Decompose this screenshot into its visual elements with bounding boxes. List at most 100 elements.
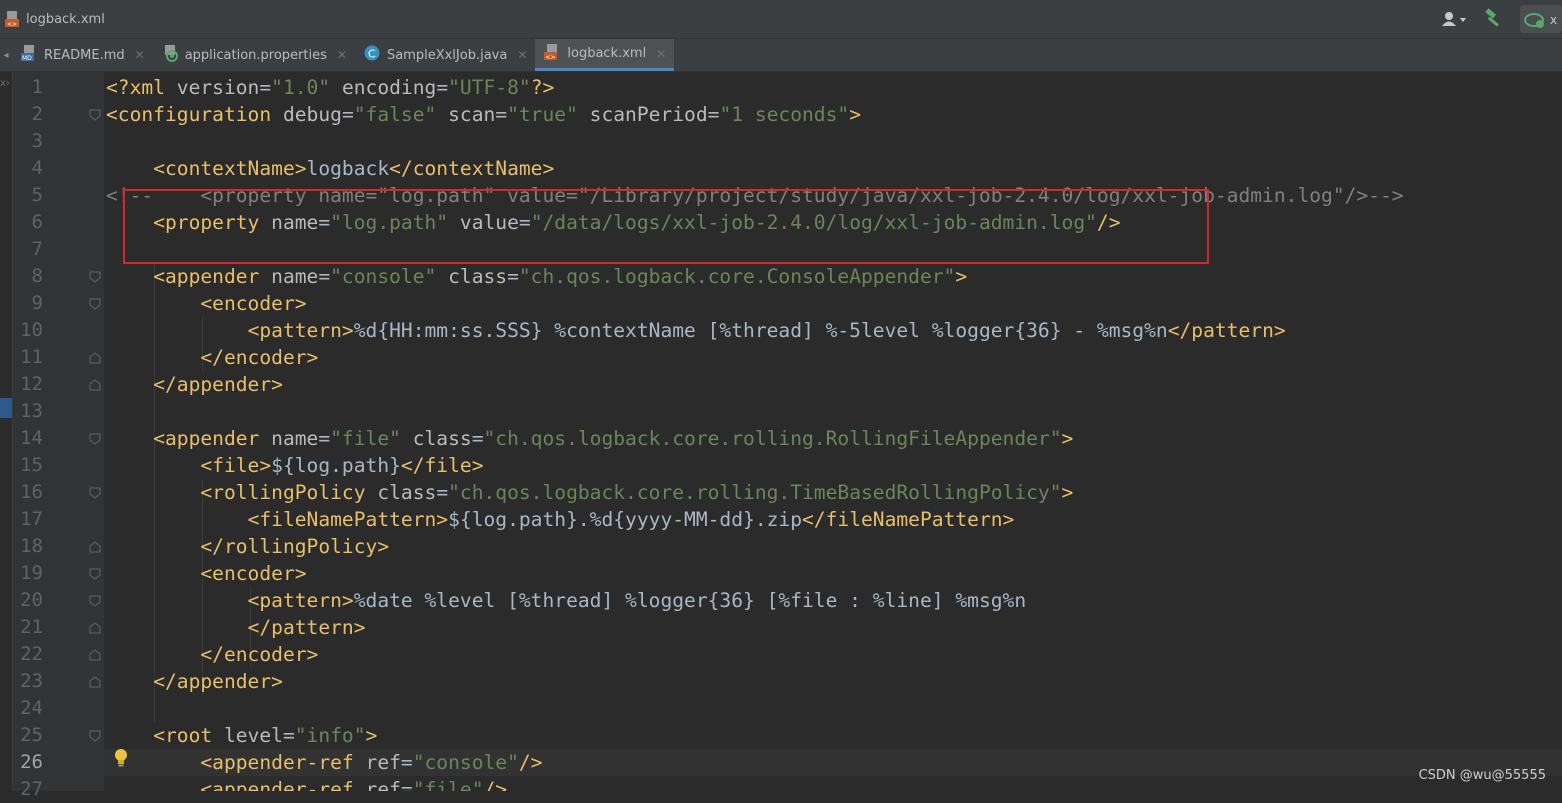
line-number: 3 [31, 130, 43, 152]
code-line[interactable] [104, 128, 1562, 155]
line-number: 15 [20, 454, 43, 476]
code-line[interactable]: <encoder> [104, 290, 1562, 317]
fold-marker-icon[interactable] [88, 566, 102, 580]
code-line[interactable]: </rollingPolicy> [104, 533, 1562, 560]
code-token: <encoder> [200, 292, 307, 315]
code-token: </pattern> [1167, 319, 1286, 342]
code-line[interactable]: <appender name="console" class="ch.qos.l… [104, 263, 1562, 290]
code-token: <?xml [106, 76, 177, 99]
code-text: <rollingPolicy class="ch.qos.logback.cor… [106, 479, 1073, 506]
code-text: <encoder> [106, 290, 307, 317]
fold-marker-icon[interactable] [88, 593, 102, 607]
code-token: <appender [153, 265, 272, 288]
code-token: <root [153, 724, 224, 747]
code-token: %date %level [%thread] %logger{36} [%fil… [353, 589, 1027, 612]
fold-marker-icon[interactable] [88, 107, 102, 121]
code-line[interactable]: </encoder> [104, 344, 1562, 371]
code-line[interactable]: <appender-ref ref="console"/> [104, 749, 1562, 776]
watermark: CSDN @wu@55555 [1418, 768, 1546, 783]
svg-text:x: x [1550, 13, 1557, 27]
close-icon[interactable]: ✕ [337, 48, 347, 62]
code-token: version [176, 76, 260, 99]
code-token: <appender-ref [200, 778, 366, 791]
close-icon[interactable]: ✕ [517, 48, 527, 62]
code-token: <file> [200, 454, 272, 477]
code-line[interactable] [104, 398, 1562, 425]
code-token: ref [365, 751, 401, 774]
code-token: = [318, 427, 331, 450]
fold-marker-icon[interactable] [88, 485, 102, 499]
code-line[interactable]: <pattern>%date %level [%thread] %logger{… [104, 587, 1562, 614]
code-token: "console" [330, 265, 437, 288]
fold-marker-icon[interactable] [88, 620, 102, 634]
code-token: > [849, 103, 861, 126]
fold-marker-icon[interactable] [88, 431, 102, 445]
code-token: = [318, 265, 331, 288]
code-token: = [259, 76, 272, 99]
title-bar: <> logback.xml x [0, 0, 1562, 39]
tab-label: application.properties [184, 47, 327, 63]
code-line[interactable]: </pattern> [104, 614, 1562, 641]
bookmark-marker [0, 398, 12, 418]
fold-marker-icon[interactable] [88, 728, 102, 742]
code-line[interactable]: </appender> [104, 371, 1562, 398]
fold-marker-icon[interactable] [88, 377, 102, 391]
code-line[interactable]: </appender> [104, 668, 1562, 695]
code-line[interactable]: <appender name="file" class="ch.qos.logb… [104, 425, 1562, 452]
code-text: <contextName>logback</contextName> [106, 155, 554, 182]
tab-application-properties[interactable]: application.properties ✕ [153, 39, 355, 71]
code-token: "file" [412, 778, 484, 791]
code-line[interactable] [104, 695, 1562, 722]
code-line[interactable]: <encoder> [104, 560, 1562, 587]
fold-marker-icon[interactable] [88, 647, 102, 661]
lightbulb-icon[interactable] [113, 748, 129, 768]
code-text: <appender name="console" class="ch.qos.l… [106, 263, 967, 290]
code-token: %d{HH:mm:ss.SSS} %contextName [%thread] … [353, 319, 1168, 342]
code-line[interactable]: </encoder> [104, 641, 1562, 668]
code-line[interactable]: <file>${log.path}</file> [104, 452, 1562, 479]
line-number: 6 [31, 211, 43, 233]
line-number: 10 [20, 319, 43, 341]
fold-marker-icon[interactable] [88, 296, 102, 310]
code-line[interactable]: <root level="info"> [104, 722, 1562, 749]
fold-marker-icon[interactable] [88, 350, 102, 364]
code-token: name [271, 265, 319, 288]
code-text: </encoder> [106, 641, 318, 668]
fold-marker-icon[interactable] [88, 674, 102, 688]
code-line[interactable]: <?xml version="1.0" encoding="UTF-8"?> [104, 74, 1562, 101]
code-line[interactable]: <configuration debug="false" scan="true"… [104, 101, 1562, 128]
code-line[interactable]: <fileNamePattern>${log.path}.%d{yyyy-MM-… [104, 506, 1562, 533]
code-text: </rollingPolicy> [106, 533, 389, 560]
code-line[interactable]: <contextName>logback</contextName> [104, 155, 1562, 182]
code-token: logback [306, 157, 390, 180]
fold-marker-icon[interactable] [88, 539, 102, 553]
fold-marker-icon[interactable] [88, 269, 102, 283]
account-menu-icon[interactable] [1438, 9, 1470, 29]
tab-readme[interactable]: MD README.md ✕ [12, 39, 153, 71]
tab-logback-xml[interactable]: <> logback.xml ✕ [535, 39, 675, 71]
tab-scroll-left-icon[interactable]: ◂ [0, 39, 12, 71]
code-editor[interactable]: <?xml version="1.0" encoding="UTF-8"?> <c… [104, 72, 1562, 791]
gutter-marker-icon: x› [0, 78, 10, 89]
close-icon[interactable]: ✕ [135, 48, 145, 62]
code-token: class [377, 481, 437, 504]
tab-label: SampleXxlJob.java [386, 47, 508, 63]
line-number: 7 [31, 238, 43, 260]
run-config-icon[interactable]: x [1520, 5, 1562, 33]
code-text: <encoder> [106, 560, 306, 587]
svg-text:<>: <> [7, 21, 17, 28]
code-token: scan [448, 103, 496, 126]
code-line[interactable]: <rollingPolicy class="ch.qos.logback.cor… [104, 479, 1562, 506]
code-line[interactable]: <pattern>%d{HH:mm:ss.SSS} %contextName [… [104, 317, 1562, 344]
tab-samplexxljob[interactable]: C SampleXxlJob.java ✕ [355, 39, 535, 71]
code-token: "ch.qos.logback.core.rolling.RollingFile… [483, 427, 1062, 450]
code-text: <root level="info"> [106, 722, 377, 749]
build-hammer-icon[interactable] [1482, 7, 1506, 31]
code-token: "ch.qos.logback.core.rolling.TimeBasedRo… [448, 481, 1062, 504]
code-line[interactable]: <appender-ref ref="file"/> [104, 776, 1562, 791]
close-icon[interactable]: ✕ [656, 47, 666, 61]
